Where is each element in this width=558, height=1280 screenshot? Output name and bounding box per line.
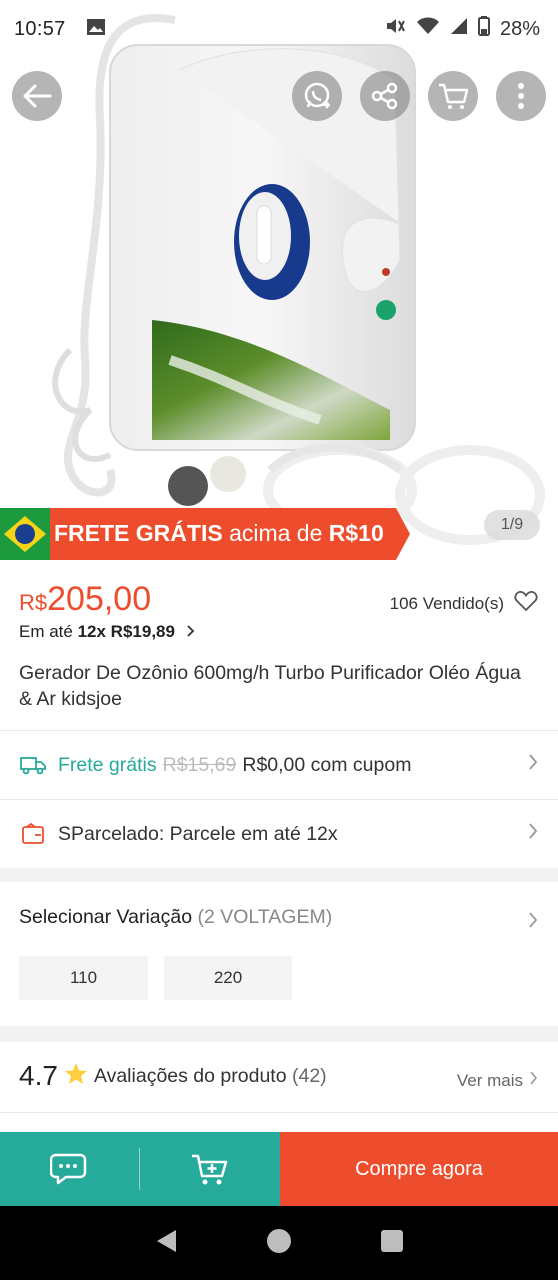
banner-text: FRETE GRÁTIS acima de R$10 (54, 520, 384, 547)
see-more-label: Ver mais (456, 1070, 523, 1090)
brazil-flag-icon (0, 508, 50, 560)
installment-info[interactable]: Em até 12x R$19,89 (19, 622, 195, 642)
free-shipping-banner: FRETE GRÁTIS acima de R$10 (0, 508, 410, 560)
chevron-right-icon (528, 753, 538, 777)
cart-icon (439, 83, 469, 109)
banner-part2: acima de (229, 520, 323, 546)
nav-recents-icon[interactable] (380, 1229, 404, 1258)
battery-level: 28% (499, 17, 540, 40)
shipping-new-price: R$0,00 com cupom (242, 753, 412, 776)
add-to-cart-button[interactable] (140, 1132, 279, 1206)
installment-value: 12x R$19,89 (77, 622, 175, 641)
installment-label: SParcelado: Parcele em até 12x (58, 822, 338, 845)
rating-count: (42) (291, 1064, 327, 1087)
variation-selector[interactable]: Selecionar Variação (2 VOLTAGEM) (19, 906, 332, 929)
cart-button[interactable] (428, 71, 478, 121)
divider (0, 1112, 558, 1113)
bottom-action-bar: Compre agora (0, 1132, 558, 1206)
wifi-icon (416, 16, 440, 42)
truck-icon (20, 752, 46, 778)
price-currency: R$ (19, 590, 48, 615)
chat-icon (49, 1153, 86, 1185)
share-icon (371, 82, 398, 110)
whatsapp-share-button[interactable] (292, 71, 342, 121)
section-gap (0, 1026, 558, 1042)
gallery-icon (86, 18, 106, 41)
nav-back-icon[interactable] (154, 1228, 178, 1259)
variation-option[interactable]: 110 (19, 956, 148, 1000)
heart-icon[interactable] (514, 590, 538, 617)
more-options-button[interactable] (496, 71, 546, 121)
rating-label: Avaliações do produto (93, 1064, 287, 1087)
rating-label-wrap: Avaliações do produto (42) (94, 1065, 327, 1088)
action-left (0, 1132, 280, 1206)
free-shipping-label: Frete grátis (58, 753, 157, 776)
product-rating: 4.7 Avaliações do produto (42) (19, 1060, 327, 1092)
variation-count: (2 VOLTAGEM) (197, 906, 333, 928)
whatsapp-share-icon (304, 82, 331, 109)
rating-score: 4.7 (19, 1060, 58, 1091)
signal-icon (450, 17, 468, 41)
installment-icon (20, 821, 46, 847)
installment-prefix: Em até (19, 622, 73, 641)
shipping-row[interactable]: Frete grátis R$15,69 R$0,00 com cupom (0, 731, 558, 799)
see-more-link[interactable]: Ver mais (457, 1070, 538, 1091)
battery-icon (477, 16, 490, 42)
chevron-right-icon (186, 622, 195, 641)
chevron-right-icon (528, 911, 538, 934)
product-price: R$205,00 (19, 580, 151, 619)
section-gap (0, 868, 558, 882)
mute-icon (384, 16, 406, 42)
sold-info: 106 Vendido(s) (390, 590, 538, 617)
status-bar: 10:57 28% (0, 0, 558, 58)
share-button[interactable] (360, 71, 410, 121)
chevron-right-icon (529, 1070, 538, 1091)
installment-row[interactable]: SParcelado: Parcele em até 12x (0, 800, 558, 868)
variation-title: Selecionar Variação (19, 906, 193, 928)
star-icon (64, 1062, 88, 1090)
system-nav-bar (0, 1206, 558, 1280)
price-value: 205,00 (47, 580, 152, 618)
more-vertical-icon (518, 83, 524, 109)
variation-option[interactable]: 220 (164, 956, 292, 1000)
back-arrow-icon (23, 84, 52, 108)
price-section: R$205,00 Em até 12x R$19,89 106 Vendido(… (0, 560, 558, 730)
back-button[interactable] (12, 71, 62, 121)
status-time: 10:57 (14, 17, 66, 40)
image-counter: 1/9 (484, 510, 540, 540)
shipping-old-price: R$15,69 (162, 753, 237, 776)
sold-count: 106 Vendido(s) (389, 593, 504, 613)
chat-button[interactable] (0, 1132, 139, 1206)
banner-part1: FRETE GRÁTIS (54, 520, 223, 546)
product-title: Gerador De Ozônio 600mg/h Turbo Purifica… (19, 662, 521, 710)
buy-now-button[interactable]: Compre agora (280, 1132, 558, 1206)
banner-part3: R$10 (328, 520, 384, 546)
chevron-right-icon (528, 822, 538, 846)
add-to-cart-icon (191, 1154, 227, 1185)
nav-home-icon[interactable] (266, 1228, 292, 1259)
